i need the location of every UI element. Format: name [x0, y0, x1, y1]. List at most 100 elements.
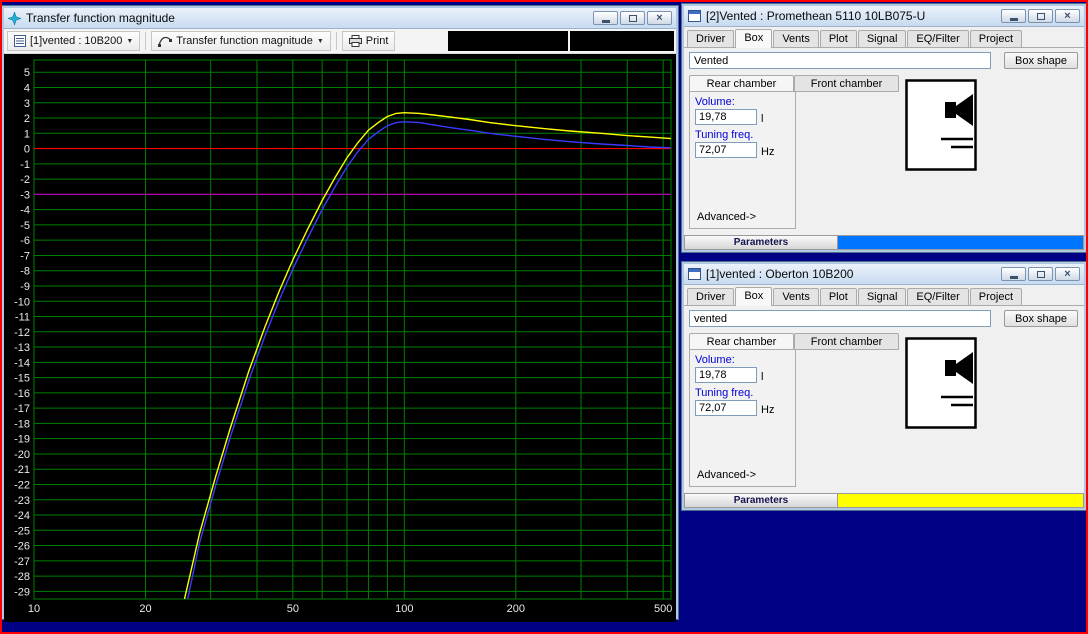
- volume-input[interactable]: [695, 367, 757, 383]
- tab-project[interactable]: Project: [969, 288, 1023, 305]
- parameters-bar[interactable]: Parameters: [684, 493, 1084, 508]
- advanced-button[interactable]: Advanced->: [697, 211, 756, 223]
- svg-text:-20: -20: [14, 449, 30, 461]
- close-icon: ×: [656, 11, 663, 24]
- app-icon: [8, 11, 21, 25]
- box-shape-diagram: [905, 337, 977, 429]
- parameters-label[interactable]: Parameters: [684, 235, 838, 250]
- maximize-button[interactable]: [1028, 267, 1053, 281]
- box-tab-content: Box shape Rear chamber Front chamber Vol…: [684, 306, 1084, 493]
- svg-text:-1: -1: [20, 159, 30, 171]
- svg-text:3: 3: [24, 98, 30, 110]
- curve-icon: [158, 36, 173, 47]
- legend-display-right: [570, 31, 674, 51]
- svg-text:-16: -16: [14, 388, 30, 400]
- parameters-bar[interactable]: Parameters: [684, 235, 1084, 250]
- volume-unit: l: [761, 113, 764, 125]
- tab-plot[interactable]: Plot: [819, 30, 857, 47]
- tuning-freq-unit: Hz: [761, 404, 775, 416]
- svg-text:-6: -6: [20, 235, 30, 247]
- svg-text:-18: -18: [14, 418, 30, 430]
- tab-eq-filter[interactable]: EQ/Filter: [907, 30, 969, 47]
- box-shape-diagram: [905, 79, 977, 171]
- volume-input[interactable]: [695, 109, 757, 125]
- close-icon: ×: [1064, 267, 1071, 280]
- tab-project[interactable]: Project: [969, 30, 1023, 47]
- minimize-icon: [1009, 275, 1018, 279]
- project-selector-dropdown[interactable]: [1]vented : 10B200 ▼: [7, 31, 141, 51]
- svg-text:-12: -12: [14, 327, 30, 339]
- plot-toolbar: [1]vented : 10B200 ▼ Transfer function m…: [4, 29, 676, 54]
- toolbar-separator: [335, 32, 337, 50]
- tab-plot[interactable]: Plot: [819, 288, 857, 305]
- box-name-input[interactable]: [689, 52, 991, 69]
- window-controls: ×: [593, 11, 672, 25]
- svg-text:50: 50: [287, 603, 299, 615]
- tab-vents[interactable]: Vents: [773, 30, 819, 47]
- tuning-freq-label: Tuning freq.: [695, 129, 754, 141]
- tab-rear-chamber[interactable]: Rear chamber: [689, 333, 794, 350]
- svg-text:-11: -11: [15, 312, 30, 324]
- svg-text:-7: -7: [20, 250, 30, 262]
- tab-signal[interactable]: Signal: [857, 30, 907, 47]
- tab-signal[interactable]: Signal: [857, 288, 907, 305]
- legend-display-left: [448, 31, 568, 51]
- tab-front-chamber[interactable]: Front chamber: [794, 75, 899, 92]
- parameters-progress: [838, 493, 1084, 508]
- tuning-freq-input[interactable]: [695, 142, 757, 158]
- promethean-titlebar[interactable]: [2]Vented : Promethean 5110 10LB075-U ×: [684, 6, 1084, 27]
- tab-front-chamber[interactable]: Front chamber: [794, 333, 899, 350]
- close-button[interactable]: ×: [647, 11, 672, 25]
- close-button[interactable]: ×: [1055, 267, 1080, 281]
- parameters-label[interactable]: Parameters: [684, 493, 838, 508]
- tab-box[interactable]: Box: [735, 287, 773, 306]
- box-name-input[interactable]: [689, 310, 991, 327]
- tuning-freq-input[interactable]: [695, 400, 757, 416]
- window-icon: [688, 268, 701, 280]
- volume-label: Volume:: [695, 354, 735, 366]
- svg-text:-21: -21: [14, 464, 30, 476]
- svg-text:1: 1: [24, 128, 30, 140]
- minimize-button[interactable]: [593, 11, 618, 25]
- advanced-button[interactable]: Advanced->: [697, 469, 756, 481]
- minimize-button[interactable]: [1001, 267, 1026, 281]
- parameters-progress: [838, 235, 1084, 250]
- oberton-titlebar[interactable]: [1]vented : Oberton 10B200 ×: [684, 264, 1084, 285]
- svg-text:-22: -22: [14, 479, 30, 491]
- chamber-tabs: Rear chamber Front chamber: [689, 75, 899, 92]
- transfer-function-window: Transfer function magnitude × [1]vented …: [1, 5, 679, 622]
- box-shape-button[interactable]: Box shape: [1004, 310, 1078, 327]
- minimize-icon: [601, 19, 610, 23]
- svg-text:-26: -26: [14, 541, 30, 553]
- svg-text:10: 10: [28, 603, 40, 615]
- box-shape-button[interactable]: Box shape: [1004, 52, 1078, 69]
- plot-window-titlebar[interactable]: Transfer function magnitude ×: [4, 8, 676, 29]
- window-title: [2]Vented : Promethean 5110 10LB075-U: [706, 9, 926, 23]
- maximize-icon: [1036, 270, 1045, 278]
- tab-driver[interactable]: Driver: [687, 30, 735, 47]
- close-button[interactable]: ×: [1055, 9, 1080, 23]
- chamber-tabs: Rear chamber Front chamber: [689, 333, 899, 350]
- svg-text:-23: -23: [14, 495, 30, 507]
- svg-text:-14: -14: [14, 357, 30, 369]
- print-label: Print: [365, 35, 389, 47]
- tab-vents[interactable]: Vents: [773, 288, 819, 305]
- svg-text:-29: -29: [14, 586, 30, 598]
- svg-text:-5: -5: [20, 220, 30, 232]
- tab-rear-chamber[interactable]: Rear chamber: [689, 75, 794, 92]
- print-button[interactable]: Print: [341, 31, 396, 51]
- maximize-button[interactable]: [1028, 9, 1053, 23]
- plot-type-selector-dropdown[interactable]: Transfer function magnitude ▼: [151, 31, 331, 51]
- tab-box[interactable]: Box: [735, 29, 773, 48]
- box-tab-content: Box shape Rear chamber Front chamber Vol…: [684, 48, 1084, 235]
- plot-area[interactable]: 5 4 3 2 1 0 -1 -2 -3 -4 -5 -6 -7 -8 -9 -10 -11 -12 -13 -14-…: [4, 54, 676, 622]
- svg-text:-3: -3: [20, 189, 30, 201]
- printer-icon: [348, 35, 362, 47]
- svg-text:-2: -2: [20, 174, 30, 186]
- tab-driver[interactable]: Driver: [687, 288, 735, 305]
- tab-eq-filter[interactable]: EQ/Filter: [907, 288, 969, 305]
- chevron-down-icon: ▼: [316, 37, 324, 45]
- maximize-button[interactable]: [620, 11, 645, 25]
- svg-text:100: 100: [395, 603, 413, 615]
- minimize-button[interactable]: [1001, 9, 1026, 23]
